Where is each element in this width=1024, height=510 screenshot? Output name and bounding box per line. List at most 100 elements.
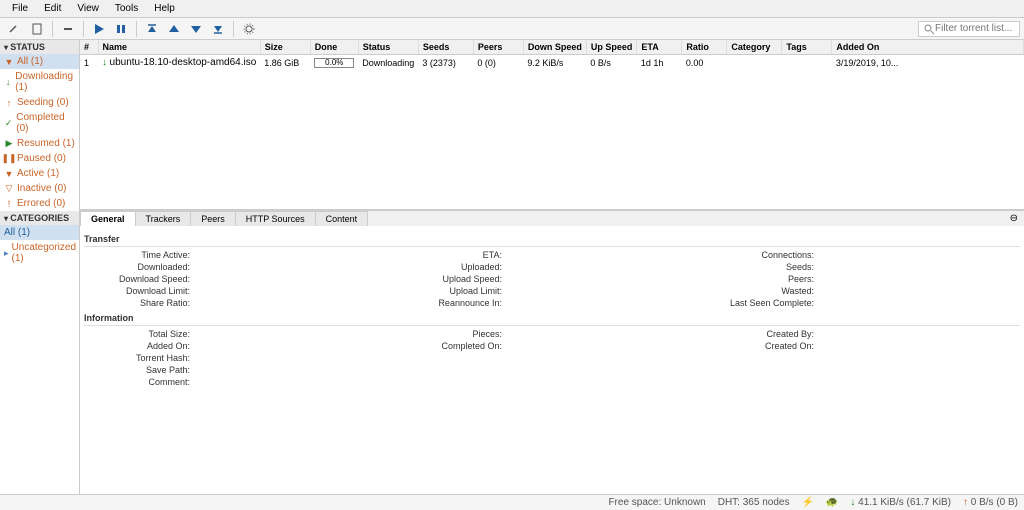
information-header: Information xyxy=(84,311,1020,326)
cell-added: 3/19/2019, 10... xyxy=(832,55,1024,71)
sidebar-item-seeding[interactable]: ↑Seeding (0) xyxy=(0,95,79,110)
label-share-ratio: Share Ratio: xyxy=(84,298,194,308)
move-bottom-icon[interactable] xyxy=(209,20,227,38)
col-up[interactable]: Up Speed xyxy=(586,40,637,55)
col-eta[interactable]: ETA xyxy=(637,40,682,55)
col-seeds[interactable]: Seeds xyxy=(418,40,473,55)
tab-trackers[interactable]: Trackers xyxy=(135,211,192,226)
sidebar-item-downloading[interactable]: ↓Downloading (1) xyxy=(0,69,79,95)
label-connections: Connections: xyxy=(708,250,818,260)
menu-help[interactable]: Help xyxy=(146,1,183,16)
cell-tags xyxy=(782,55,832,71)
move-top-icon[interactable] xyxy=(143,20,161,38)
sidebar-item-inactive[interactable]: ▽Inactive (0) xyxy=(0,181,79,196)
label-created-on: Created On: xyxy=(708,341,818,351)
remove-icon[interactable] xyxy=(59,20,77,38)
status-free-space[interactable]: Free space: Unknown xyxy=(608,497,705,508)
sidebar: STATUS ▼All (1) ↓Downloading (1) ↑Seedin… xyxy=(0,40,80,494)
label-reannounce: Reannounce In: xyxy=(396,298,506,308)
tab-http[interactable]: HTTP Sources xyxy=(235,211,316,226)
filter-icon: ▽ xyxy=(4,184,14,194)
col-tags[interactable]: Tags xyxy=(782,40,832,55)
search-box[interactable] xyxy=(918,21,1020,37)
add-link-icon[interactable] xyxy=(6,20,24,38)
firewall-icon[interactable]: ⚡ xyxy=(801,497,813,508)
move-up-icon[interactable] xyxy=(165,20,183,38)
label-downloaded: Downloaded: xyxy=(84,262,194,272)
label-seeds: Seeds: xyxy=(708,262,818,272)
col-status[interactable]: Status xyxy=(358,40,418,55)
error-icon: ! xyxy=(4,199,14,209)
move-down-icon[interactable] xyxy=(187,20,205,38)
menu-tools[interactable]: Tools xyxy=(107,1,146,16)
col-name[interactable]: Name xyxy=(98,40,260,55)
add-file-icon[interactable] xyxy=(28,20,46,38)
label-completed-on: Completed On: xyxy=(396,341,506,351)
col-done[interactable]: Done xyxy=(310,40,358,55)
menu-file[interactable]: File xyxy=(4,1,36,16)
label-download-limit: Download Limit: xyxy=(84,286,194,296)
label-time-active: Time Active: xyxy=(84,250,194,260)
label-uploaded: Uploaded: xyxy=(396,262,506,272)
label-download-speed: Download Speed: xyxy=(84,274,194,284)
table-row[interactable]: 1 ↓ ubuntu-18.10-desktop-amd64.iso 1.86 … xyxy=(80,55,1024,71)
status-dht[interactable]: DHT: 365 nodes xyxy=(718,497,790,508)
sidebar-item-active[interactable]: ▼Active (1) xyxy=(0,166,79,181)
progress-bar: 0.0% xyxy=(314,58,354,68)
pause-icon[interactable] xyxy=(112,20,130,38)
sidebar-item-resumed[interactable]: ▶Resumed (1) xyxy=(0,136,79,151)
tab-general[interactable]: General xyxy=(80,211,136,226)
label-pieces: Pieces: xyxy=(396,329,506,339)
label-total-size: Total Size: xyxy=(84,329,194,339)
collapse-icon[interactable]: ⊖ xyxy=(1004,211,1024,226)
cell-num: 1 xyxy=(80,55,98,71)
status-down[interactable]: ↓ 41.1 KiB/s (61.7 KiB) xyxy=(850,497,951,508)
filter-icon: ▼ xyxy=(4,57,14,67)
col-down[interactable]: Down Speed xyxy=(523,40,586,55)
upload-icon: ↑ xyxy=(963,497,968,508)
label-torrent-hash: Torrent Hash: xyxy=(84,353,194,363)
status-up[interactable]: ↑ 0 B/s (0 B) xyxy=(963,497,1018,508)
cell-status: Downloading xyxy=(358,55,418,71)
alt-speed-icon[interactable]: 🐢 xyxy=(826,497,838,508)
col-num[interactable]: # xyxy=(80,40,98,55)
tab-peers[interactable]: Peers xyxy=(190,211,236,226)
search-input[interactable] xyxy=(935,23,1015,34)
col-category[interactable]: Category xyxy=(727,40,782,55)
sidebar-item-paused[interactable]: ❚❚Paused (0) xyxy=(0,151,79,166)
cell-category xyxy=(727,55,782,71)
tab-content[interactable]: Content xyxy=(315,211,369,226)
label-upload-limit: Upload Limit: xyxy=(396,286,506,296)
cell-size: 1.86 GiB xyxy=(260,55,310,71)
col-ratio[interactable]: Ratio xyxy=(682,40,727,55)
sidebar-item-errored[interactable]: !Errored (0) xyxy=(0,196,79,211)
pause-icon: ❚❚ xyxy=(4,154,14,164)
menu-edit[interactable]: Edit xyxy=(36,1,69,16)
col-added[interactable]: Added On xyxy=(832,40,1024,55)
cell-ratio: 0.00 xyxy=(682,55,727,71)
statusbar: Free space: Unknown DHT: 365 nodes ⚡ 🐢 ↓… xyxy=(0,494,1024,510)
download-icon: ↓ xyxy=(102,57,107,68)
col-peers[interactable]: Peers xyxy=(473,40,523,55)
categories-header[interactable]: CATEGORIES xyxy=(0,211,79,225)
sidebar-item-all[interactable]: ▼All (1) xyxy=(0,54,79,69)
menu-view[interactable]: View xyxy=(69,1,107,16)
download-icon: ↓ xyxy=(850,497,855,508)
label-upload-speed: Upload Speed: xyxy=(396,274,506,284)
transfer-header: Transfer xyxy=(84,232,1020,247)
cell-done: 0.0% xyxy=(310,55,358,71)
download-icon: ↓ xyxy=(4,77,12,87)
label-eta: ETA: xyxy=(396,250,506,260)
cell-down: 9.2 KiB/s xyxy=(523,55,586,71)
category-uncategorized[interactable]: ▸Uncategorized (1) xyxy=(0,240,79,266)
cell-eta: 1d 1h xyxy=(637,55,682,71)
sidebar-item-completed[interactable]: ✓Completed (0) xyxy=(0,110,79,136)
cell-up: 0 B/s xyxy=(586,55,637,71)
status-header[interactable]: STATUS xyxy=(0,40,79,54)
resume-icon[interactable] xyxy=(90,20,108,38)
col-size[interactable]: Size xyxy=(260,40,310,55)
label-comment: Comment: xyxy=(84,377,194,387)
settings-icon[interactable] xyxy=(240,20,258,38)
label-added-on: Added On: xyxy=(84,341,194,351)
category-all[interactable]: All (1) xyxy=(0,225,79,240)
